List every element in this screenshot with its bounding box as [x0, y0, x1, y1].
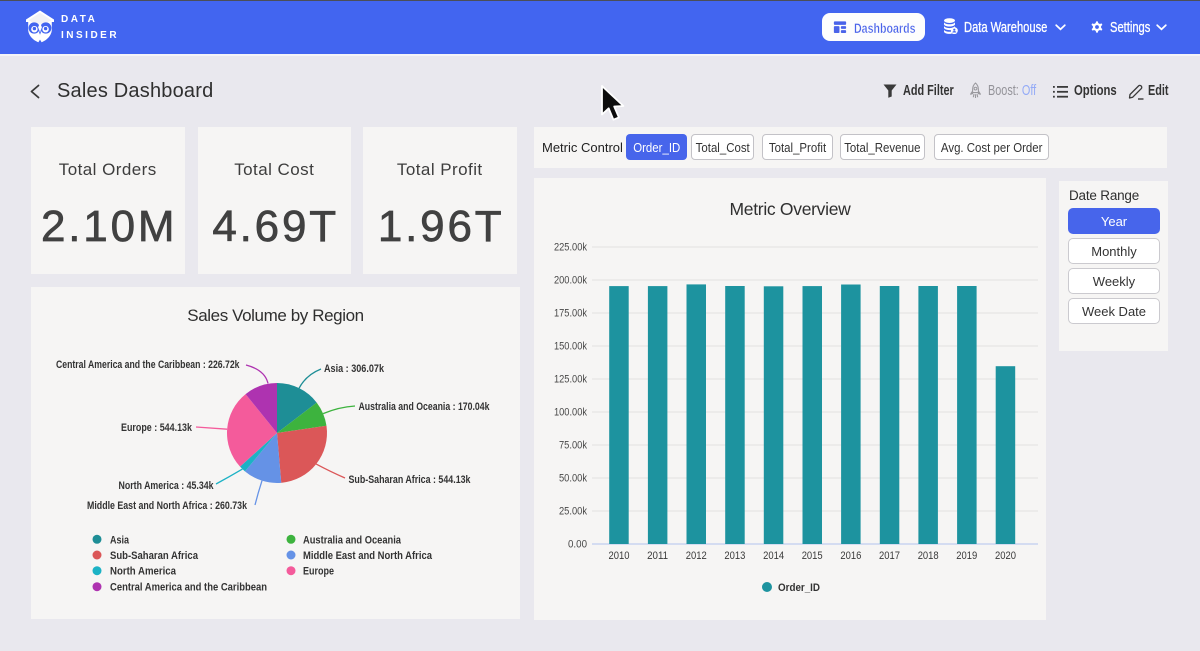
svg-text:2015: 2015 [802, 550, 823, 562]
svg-text:2018: 2018 [918, 550, 939, 562]
svg-text:50.00k: 50.00k [559, 473, 587, 485]
svg-text:175.00k: 175.00k [554, 308, 587, 320]
svg-text:Middle East and North Africa :: Middle East and North Africa : 260.73k [87, 500, 248, 512]
svg-text:125.00k: 125.00k [554, 374, 587, 386]
svg-text:North America : 45.34k: North America : 45.34k [119, 480, 215, 492]
svg-text:100.00k: 100.00k [554, 407, 587, 419]
svg-text:Sub-Saharan Africa: Sub-Saharan Africa [110, 550, 199, 562]
svg-text:2019: 2019 [956, 550, 977, 562]
svg-text:200.00k: 200.00k [554, 275, 587, 287]
svg-text:Central America and the Caribb: Central America and the Caribbean [110, 582, 267, 594]
svg-text:2016: 2016 [840, 550, 861, 562]
svg-text:Central America and the Caribb: Central America and the Caribbean : 226.… [56, 359, 240, 371]
svg-text:25.00k: 25.00k [559, 506, 587, 518]
svg-text:Europe : 544.13k: Europe : 544.13k [121, 422, 193, 434]
svg-text:Australia and Oceania : 170.04: Australia and Oceania : 170.04k [359, 401, 491, 413]
svg-text:Middle East and North Africa: Middle East and North Africa [303, 550, 433, 562]
svg-text:Order_ID: Order_ID [778, 582, 820, 594]
svg-text:Asia : 306.07k: Asia : 306.07k [324, 363, 385, 375]
svg-text:150.00k: 150.00k [554, 341, 587, 353]
svg-text:2011: 2011 [647, 550, 668, 562]
svg-text:225.00k: 225.00k [554, 242, 587, 254]
svg-text:Australia and Oceania: Australia and Oceania [303, 534, 402, 546]
svg-text:Asia: Asia [110, 534, 130, 546]
svg-text:2017: 2017 [879, 550, 900, 562]
svg-text:75.00k: 75.00k [559, 440, 587, 452]
svg-text:2014: 2014 [763, 550, 784, 562]
svg-text:2010: 2010 [609, 550, 630, 562]
svg-text:2012: 2012 [686, 550, 707, 562]
svg-text:Sub-Saharan Africa : 544.13k: Sub-Saharan Africa : 544.13k [349, 474, 472, 486]
svg-text:Europe: Europe [303, 566, 334, 578]
svg-text:0.00: 0.00 [568, 539, 587, 551]
svg-text:2013: 2013 [724, 550, 745, 562]
svg-text:North America: North America [110, 566, 177, 578]
svg-text:2020: 2020 [995, 550, 1016, 562]
